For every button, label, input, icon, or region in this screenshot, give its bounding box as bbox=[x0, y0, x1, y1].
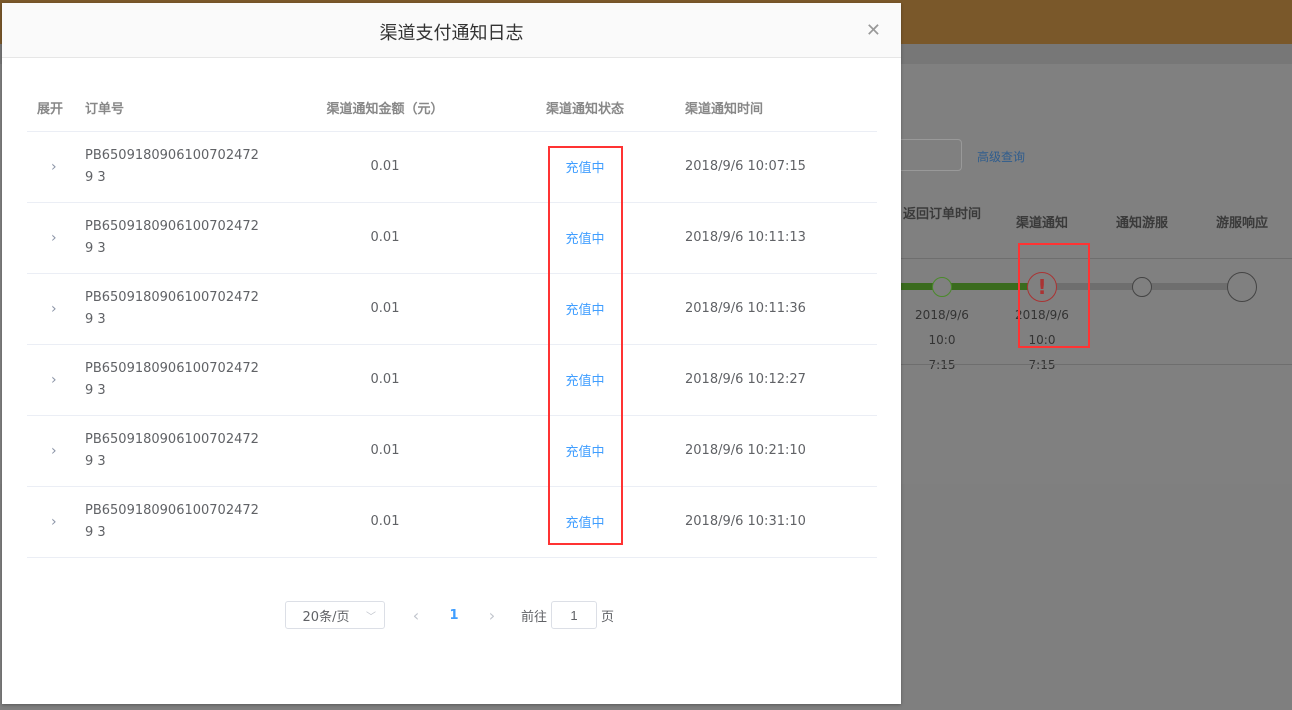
col-amount: 渠道通知金额（元） bbox=[285, 85, 485, 132]
expand-chevron-icon[interactable]: › bbox=[37, 230, 57, 246]
prev-page-button[interactable]: ‹ bbox=[397, 606, 435, 625]
table-row: › PB65091809061007024729 3 0.01 充值中 2018… bbox=[27, 486, 877, 558]
column-return-time: 返回订单时间 bbox=[902, 207, 981, 222]
step-done-node bbox=[932, 277, 952, 297]
channel-notify-log-dialog: 渠道支付通知日志 ✕ 展开 订单号 渠道通知金额（元） 渠道通知状态 渠道通知时… bbox=[2, 3, 901, 704]
order-number: PB65091809061007024729 3 bbox=[85, 502, 259, 540]
highlight-box bbox=[548, 146, 623, 545]
dialog-title: 渠道支付通知日志 bbox=[2, 3, 901, 58]
time-line: 7:15 bbox=[928, 358, 956, 372]
table-header: 展开 订单号 渠道通知金额（元） 渠道通知状态 渠道通知时间 bbox=[27, 85, 877, 132]
step-pending-node bbox=[1227, 272, 1257, 302]
amount: 0.01 bbox=[285, 131, 485, 203]
table-row: › PB65091809061007024729 3 0.01 充值中 2018… bbox=[27, 415, 877, 487]
notify-time: 2018/9/6 10:12:27 bbox=[685, 344, 877, 416]
table-row: › PB65091809061007024729 3 0.01 充值中 2018… bbox=[27, 131, 877, 203]
notify-time: 2018/9/6 10:21:10 bbox=[685, 415, 877, 487]
divider bbox=[900, 364, 1292, 365]
table-row: › PB65091809061007024729 3 0.01 充值中 2018… bbox=[27, 273, 877, 345]
order-number: PB65091809061007024729 3 bbox=[85, 218, 259, 256]
amount: 0.01 bbox=[285, 273, 485, 345]
expand-chevron-icon[interactable]: › bbox=[37, 372, 57, 388]
expand-chevron-icon[interactable]: › bbox=[37, 443, 57, 459]
page-suffix: 页 bbox=[601, 609, 615, 625]
amount: 0.01 bbox=[285, 202, 485, 274]
expand-chevron-icon[interactable]: › bbox=[37, 514, 57, 530]
advanced-query-link: 高级查询 bbox=[977, 150, 1026, 164]
step-pending-node bbox=[1132, 277, 1152, 297]
goto-page: 前往 页 bbox=[521, 601, 614, 629]
time-line: 7:15 bbox=[1028, 358, 1056, 372]
expand-chevron-icon[interactable]: › bbox=[37, 301, 57, 317]
amount: 0.01 bbox=[285, 344, 485, 416]
highlight-box bbox=[1018, 243, 1090, 348]
page-size-select[interactable]: 20条/页 ﹀ bbox=[285, 601, 385, 629]
order-number: PB65091809061007024729 3 bbox=[85, 360, 259, 398]
goto-page-input[interactable] bbox=[551, 601, 598, 629]
col-order: 订单号 bbox=[85, 85, 285, 132]
column-notify-server: 通知游服 bbox=[1115, 216, 1168, 231]
column-server-response: 游服响应 bbox=[1215, 216, 1268, 231]
notify-time: 2018/9/6 10:11:36 bbox=[685, 273, 877, 345]
log-table: 展开 订单号 渠道通知金额（元） 渠道通知状态 渠道通知时间 › PB65091… bbox=[27, 85, 877, 558]
column-channel-notify: 渠道通知 bbox=[1015, 216, 1068, 231]
amount: 0.01 bbox=[285, 486, 485, 558]
page-1[interactable]: 1 bbox=[435, 608, 473, 623]
expand-chevron-icon[interactable]: › bbox=[37, 159, 57, 175]
notify-time: 2018/9/6 10:11:13 bbox=[685, 202, 877, 274]
chevron-down-icon: ﹀ bbox=[366, 611, 376, 623]
divider bbox=[900, 258, 1292, 259]
col-time: 渠道通知时间 bbox=[685, 85, 877, 132]
table-row: › PB65091809061007024729 3 0.01 充值中 2018… bbox=[27, 202, 877, 274]
amount: 0.01 bbox=[285, 415, 485, 487]
close-icon[interactable]: ✕ bbox=[866, 21, 881, 41]
order-number: PB65091809061007024729 3 bbox=[85, 289, 259, 327]
table-row: › PB65091809061007024729 3 0.01 充值中 2018… bbox=[27, 344, 877, 416]
goto-label: 前往 bbox=[521, 609, 548, 625]
notify-time: 2018/9/6 10:31:10 bbox=[685, 486, 877, 558]
order-number: PB65091809061007024729 3 bbox=[85, 147, 259, 185]
order-number: PB65091809061007024729 3 bbox=[85, 431, 259, 469]
col-status: 渠道通知状态 bbox=[485, 85, 685, 132]
notify-time: 2018/9/6 10:07:15 bbox=[685, 131, 877, 203]
pagination: 20条/页 ﹀ ‹ 1 › 前往 页 bbox=[285, 601, 614, 629]
page-size-value: 20条/页 bbox=[302, 609, 350, 625]
step-time: 2018/9/6 10:0 7:15 bbox=[902, 303, 982, 378]
next-page-button[interactable]: › bbox=[473, 606, 511, 625]
col-expand: 展开 bbox=[27, 85, 85, 132]
time-line: 2018/9/6 10:0 bbox=[915, 308, 969, 347]
